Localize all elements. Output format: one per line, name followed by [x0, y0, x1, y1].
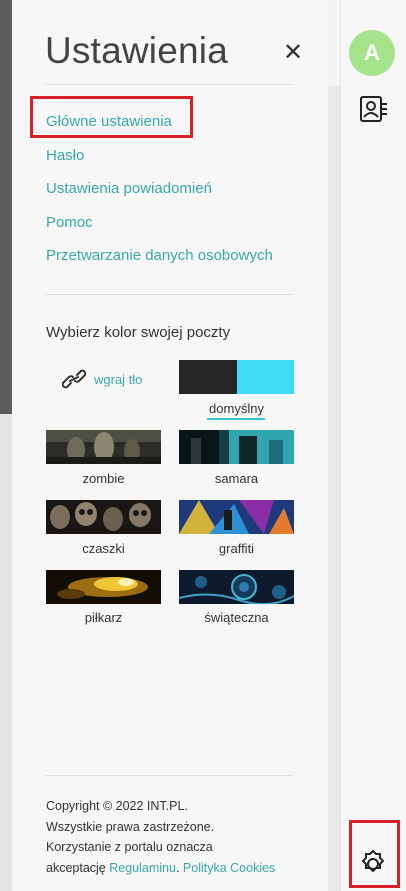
menu-item-notifications[interactable]: Ustawienia powiadomień: [46, 180, 212, 197]
footer-link-separator: .: [175, 860, 183, 875]
theme-christmas-label: świąteczna: [204, 610, 269, 625]
footer-terms-text: Korzystanie z portalu oznacza: [46, 840, 213, 854]
menu-item-password[interactable]: Hasło: [46, 147, 84, 164]
theme-default-swatch[interactable]: [179, 360, 294, 394]
upload-background-label: wgraj tło: [94, 371, 143, 387]
theme-zombie-image[interactable]: [46, 430, 161, 464]
theme-skulls-label: czaszki: [82, 541, 125, 556]
divider: [45, 84, 293, 85]
footer-rights: Wszystkie prawa zastrzeżone.: [46, 819, 215, 834]
theme-graffiti-label: graffiti: [218, 541, 255, 556]
settings-panel-scrollbar[interactable]: [328, 86, 340, 891]
theme-samara-label: samara: [214, 471, 259, 486]
left-scroll-thumb[interactable]: [0, 0, 12, 414]
theme-section-heading: Wybierz kolor swojej poczty: [46, 324, 231, 341]
gear-icon[interactable]: [357, 848, 389, 880]
theme-footballer-image[interactable]: [46, 570, 161, 604]
contacts-icon[interactable]: [358, 95, 388, 123]
divider: [45, 775, 293, 776]
theme-samara-image[interactable]: [179, 430, 294, 464]
theme-default-label: domyślny: [209, 401, 264, 416]
upload-background-button[interactable]: wgraj tło: [62, 369, 142, 389]
paperclip-icon: [62, 369, 86, 389]
theme-footballer-label: piłkarz: [84, 610, 123, 625]
theme-christmas-image[interactable]: [179, 570, 294, 604]
menu-item-personal-data[interactable]: Przetwarzanie danych osobowych: [46, 247, 273, 264]
page-title: Ustawienia: [45, 30, 228, 71]
right-rail: [340, 0, 406, 891]
theme-skulls-image[interactable]: [46, 500, 161, 534]
footer-acceptance-text: akceptację: [46, 860, 110, 875]
divider: [45, 294, 293, 295]
theme-zombie-label: zombie: [82, 471, 125, 486]
theme-default-cyan-half: [236, 360, 294, 394]
footer: Copyright © 2022 INT.PL. Wszystkie prawa…: [46, 796, 306, 878]
highlight-box-main-settings: [30, 96, 193, 138]
theme-default-dark-half: [179, 360, 237, 394]
menu-item-help[interactable]: Pomoc: [46, 214, 93, 231]
avatar[interactable]: A: [349, 30, 395, 76]
cookies-link[interactable]: Polityka Cookies: [183, 861, 275, 875]
theme-selected-indicator: [207, 418, 265, 420]
theme-graffiti-image[interactable]: [179, 500, 294, 534]
terms-link[interactable]: Regulaminu: [109, 861, 176, 875]
footer-links-line: akceptację Regulaminu. Polityka Cookies: [46, 858, 306, 879]
footer-copyright: Copyright © 2022 INT.PL.: [46, 799, 188, 813]
left-scroll-track[interactable]: [0, 0, 12, 891]
close-icon[interactable]: ✕: [280, 40, 306, 66]
